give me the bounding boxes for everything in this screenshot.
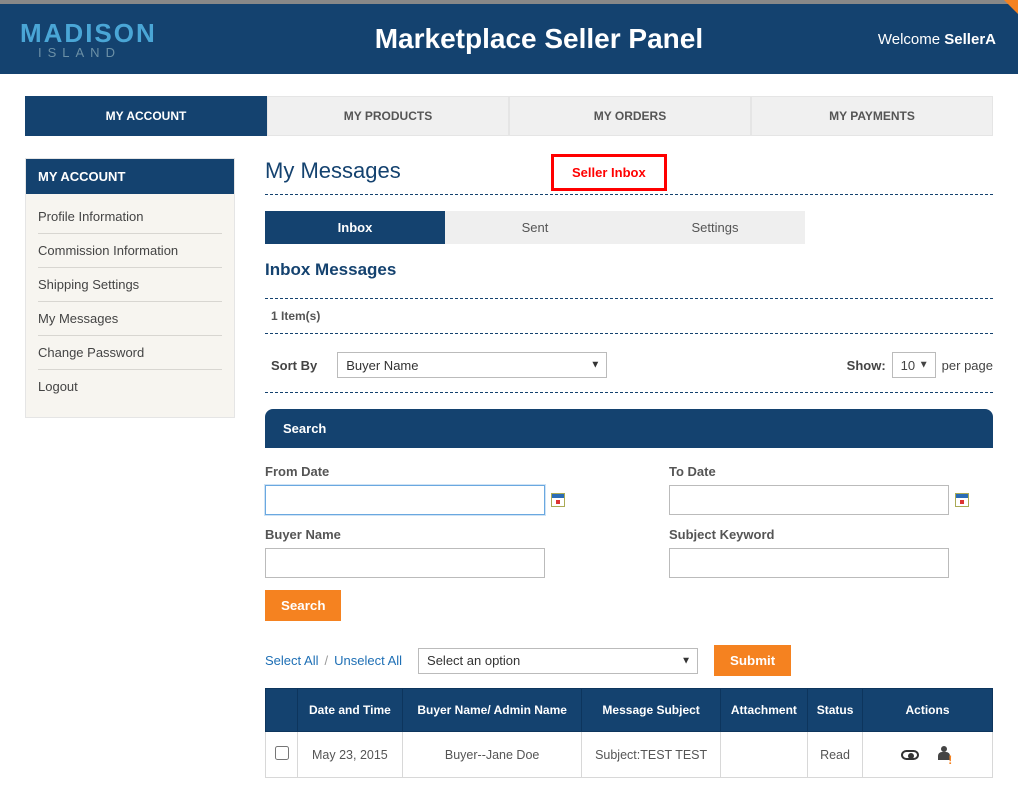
- chevron-down-icon: ▼: [681, 655, 691, 666]
- subtab-inbox[interactable]: Inbox: [265, 211, 445, 244]
- sidebar: MY ACCOUNT Profile Information Commissio…: [25, 158, 235, 418]
- select-all-link[interactable]: Select All: [265, 653, 318, 668]
- to-date-input[interactable]: [669, 485, 949, 515]
- show-label: Show:: [847, 358, 886, 373]
- th-checkbox: [266, 689, 298, 732]
- item-count: 1 Item(s): [265, 298, 993, 334]
- panel-title: Marketplace Seller Panel: [200, 23, 878, 55]
- calendar-icon[interactable]: [551, 493, 565, 507]
- sort-value: Buyer Name: [346, 358, 418, 373]
- sidebar-item-password[interactable]: Change Password: [38, 336, 222, 370]
- sidebar-title: MY ACCOUNT: [26, 159, 234, 194]
- th-buyer: Buyer Name/ Admin Name: [402, 689, 582, 732]
- chevron-down-icon: ▼: [919, 360, 929, 371]
- th-actions: Actions: [863, 689, 993, 732]
- tab-my-orders[interactable]: MY ORDERS: [509, 96, 751, 136]
- show-select[interactable]: 10 ▼: [892, 352, 936, 378]
- submit-button[interactable]: Submit: [714, 645, 791, 676]
- search-panel-header: Search: [265, 409, 993, 448]
- th-subject: Message Subject: [582, 689, 720, 732]
- chevron-down-icon: ▼: [590, 360, 600, 371]
- message-subtabs: Inbox Sent Settings: [265, 211, 993, 244]
- th-datetime: Date and Time: [298, 689, 403, 732]
- from-date-label: From Date: [265, 464, 589, 479]
- view-icon[interactable]: [901, 750, 919, 760]
- main-tabs: MY ACCOUNT MY PRODUCTS MY ORDERS MY PAYM…: [25, 96, 993, 136]
- callout-seller-inbox: Seller Inbox: [551, 154, 667, 191]
- show-value: 10: [901, 358, 915, 373]
- tab-my-products[interactable]: MY PRODUCTS: [267, 96, 509, 136]
- cell-datetime: May 23, 2015: [298, 732, 403, 778]
- separator: /: [324, 653, 328, 668]
- buyer-name-input[interactable]: [265, 548, 545, 578]
- subtab-settings[interactable]: Settings: [625, 211, 805, 244]
- from-date-input[interactable]: [265, 485, 545, 515]
- logo-bottom: ISLAND: [20, 46, 200, 59]
- buyer-name-label: Buyer Name: [265, 527, 589, 542]
- tab-my-payments[interactable]: MY PAYMENTS: [751, 96, 993, 136]
- cell-buyer: Buyer--Jane Doe: [402, 732, 582, 778]
- welcome-prefix: Welcome: [878, 31, 944, 48]
- to-date-label: To Date: [669, 464, 993, 479]
- sidebar-item-messages[interactable]: My Messages: [38, 302, 222, 336]
- sort-label: Sort By: [271, 358, 317, 373]
- sort-select[interactable]: Buyer Name ▼: [337, 352, 607, 378]
- section-title: Inbox Messages: [265, 260, 993, 280]
- th-attachment: Attachment: [720, 689, 807, 732]
- calendar-icon[interactable]: [955, 493, 969, 507]
- cell-attachment: [720, 732, 807, 778]
- show-suffix: per page: [942, 358, 993, 373]
- welcome-user: SellerA: [944, 31, 996, 48]
- logo-top: MADISON: [20, 20, 200, 46]
- subtab-sent[interactable]: Sent: [445, 211, 625, 244]
- bulk-action-value: Select an option: [427, 653, 520, 668]
- cell-status: Read: [808, 732, 863, 778]
- alert-icon: !: [948, 753, 952, 767]
- row-checkbox[interactable]: [275, 746, 289, 760]
- bulk-action-select[interactable]: Select an option ▼: [418, 648, 698, 674]
- logo: MADISON ISLAND: [0, 20, 200, 59]
- cell-subject: Subject:TEST TEST: [582, 732, 720, 778]
- divider: [265, 194, 993, 195]
- welcome: Welcome SellerA: [878, 31, 1018, 48]
- sidebar-item-commission[interactable]: Commission Information: [38, 234, 222, 268]
- search-button[interactable]: Search: [265, 590, 341, 621]
- unselect-all-link[interactable]: Unselect All: [334, 653, 402, 668]
- subject-keyword-label: Subject Keyword: [669, 527, 993, 542]
- header: MADISON ISLAND Marketplace Seller Panel …: [0, 4, 1018, 74]
- th-status: Status: [808, 689, 863, 732]
- tab-my-account[interactable]: MY ACCOUNT: [25, 96, 267, 136]
- sidebar-item-profile[interactable]: Profile Information: [38, 200, 222, 234]
- table-row: May 23, 2015 Buyer--Jane Doe Subject:TES…: [266, 732, 993, 778]
- top-accent-bar: [0, 0, 1018, 4]
- messages-table: Date and Time Buyer Name/ Admin Name Mes…: [265, 688, 993, 778]
- subject-keyword-input[interactable]: [669, 548, 949, 578]
- sidebar-item-shipping[interactable]: Shipping Settings: [38, 268, 222, 302]
- sidebar-item-logout[interactable]: Logout: [38, 370, 222, 403]
